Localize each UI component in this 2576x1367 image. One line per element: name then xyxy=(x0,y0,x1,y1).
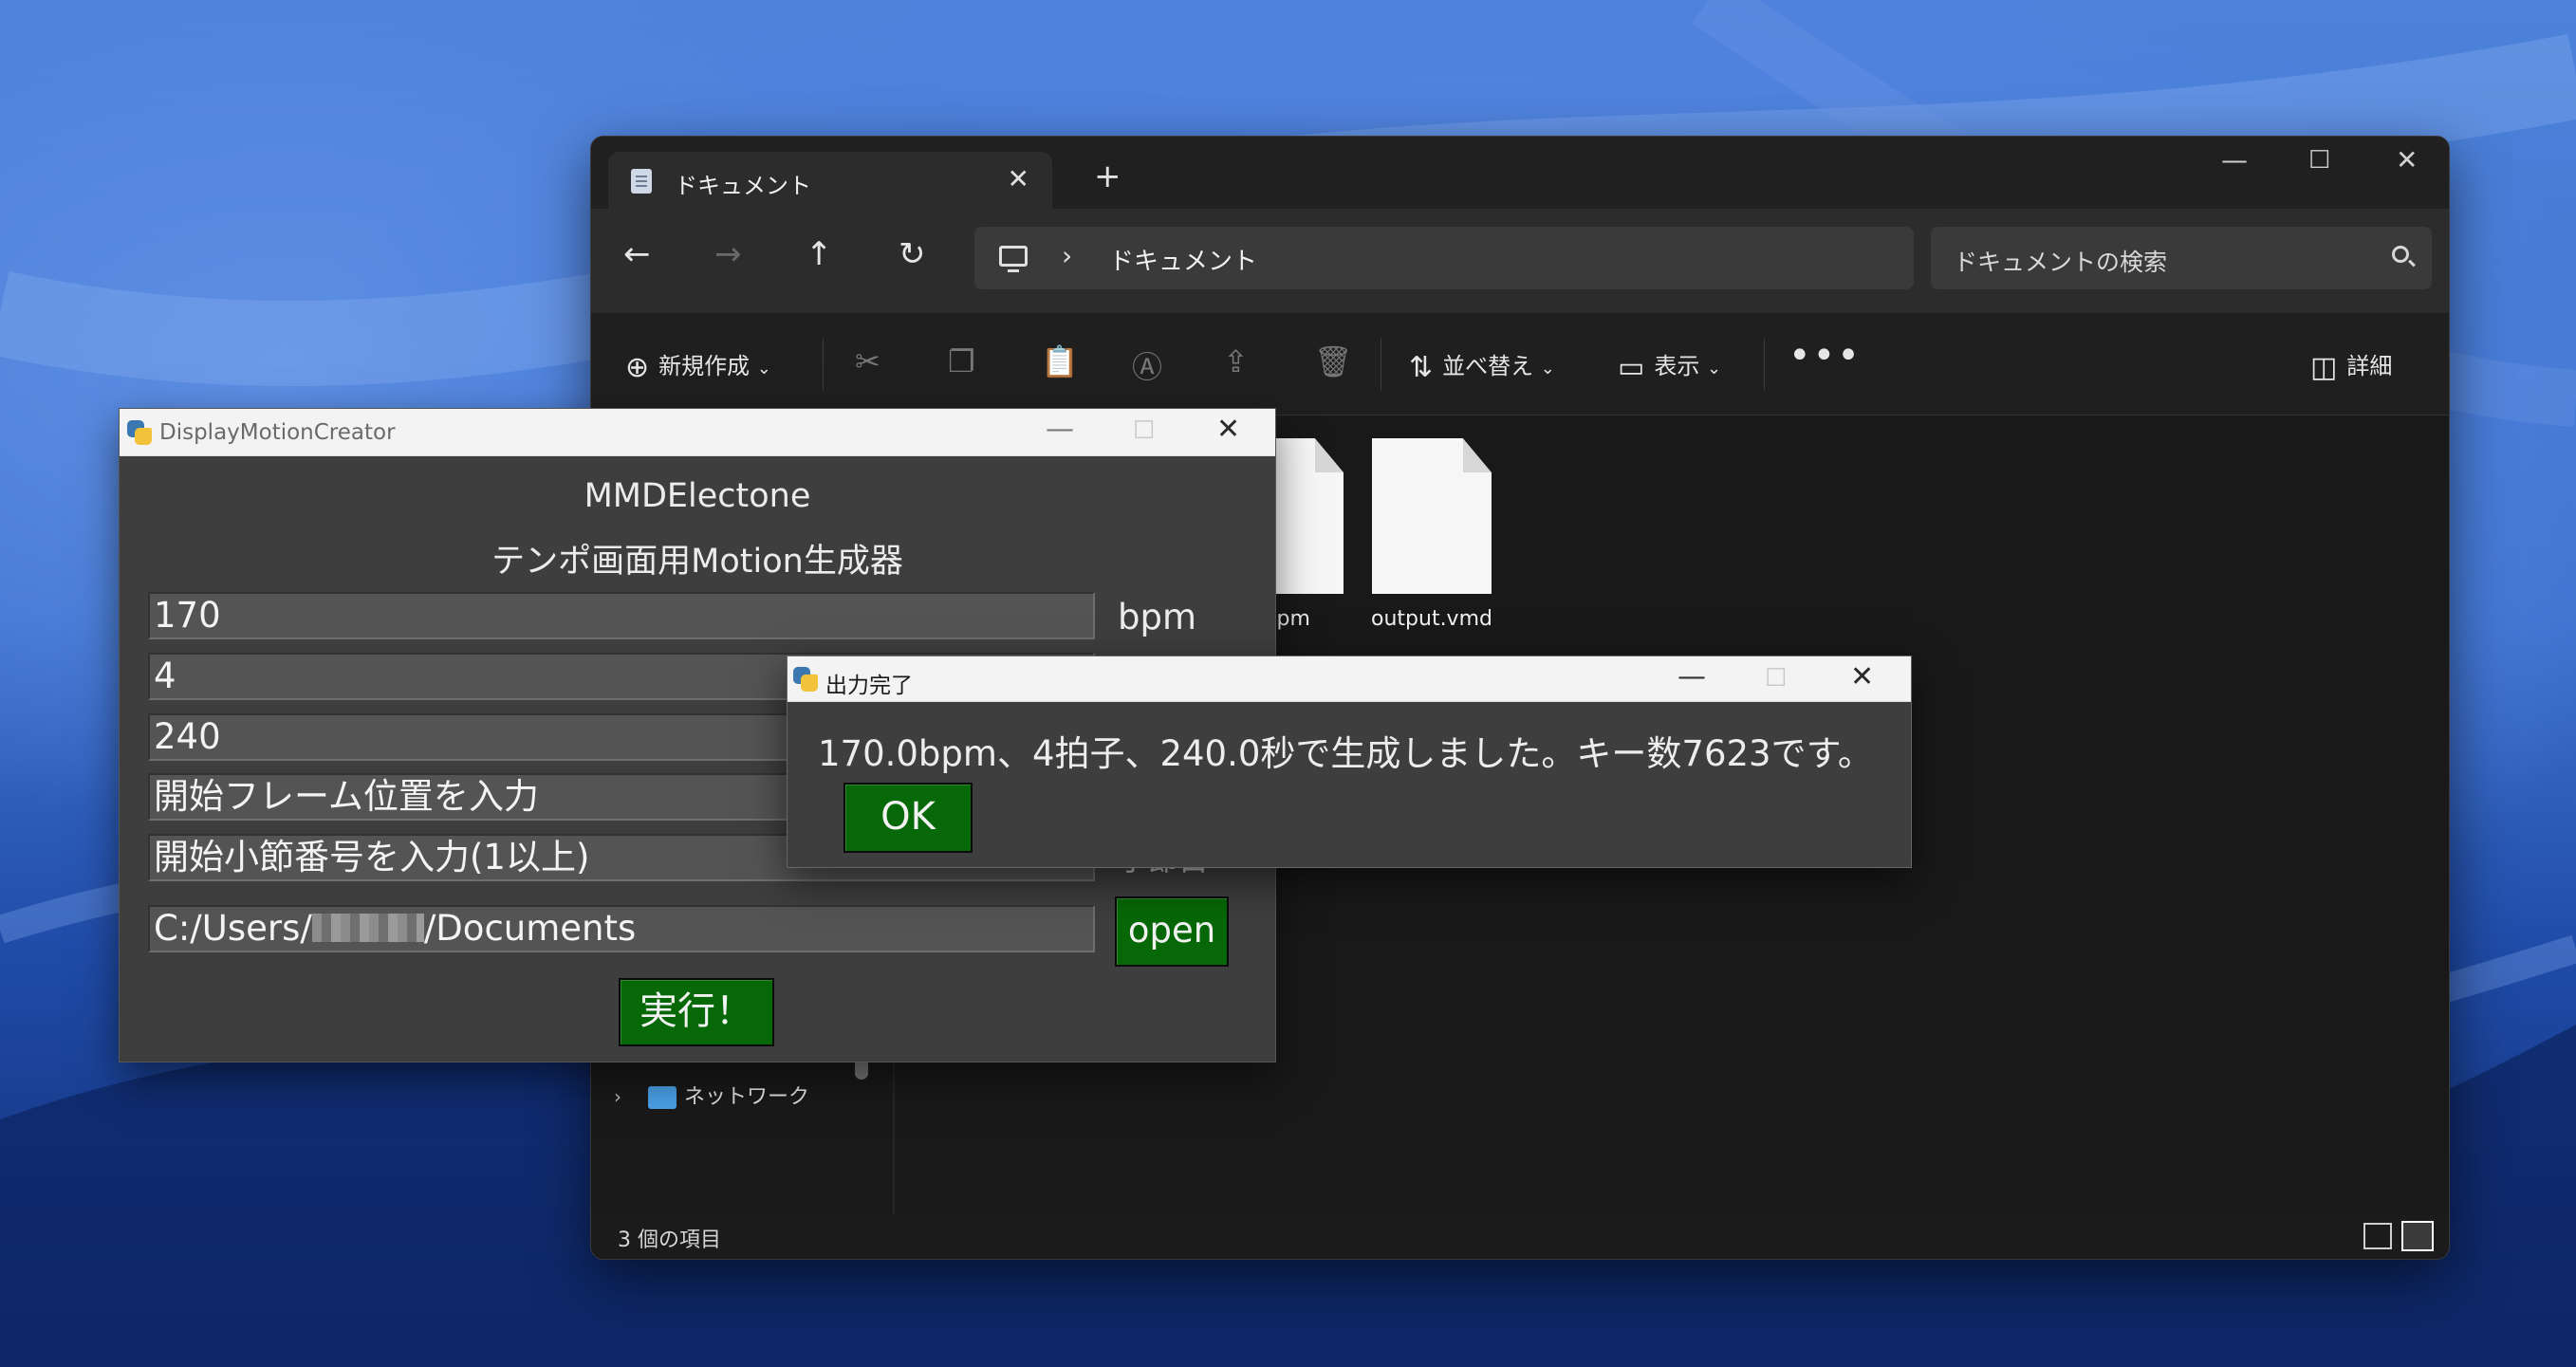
app-heading: MMDElectone xyxy=(584,477,811,515)
explorer-tab-bar: ドキュメント ✕ + — ☐ ✕ xyxy=(591,137,2449,209)
ok-button[interactable]: OK xyxy=(843,783,973,853)
file-icon xyxy=(1372,438,1492,594)
breadcrumb-documents[interactable]: ドキュメント xyxy=(1109,242,1257,277)
details-label: 詳細 xyxy=(2346,353,2393,379)
window-title: DisplayMotionCreator xyxy=(159,420,396,445)
computer-icon xyxy=(999,246,1028,272)
explorer-nav-bar: ← → ↑ ↻ › ドキュメント ドキュメントの検索 xyxy=(591,209,2449,313)
tab-documents[interactable]: ドキュメント ✕ xyxy=(608,152,1052,209)
cut-icon[interactable]: ✂ xyxy=(855,343,880,379)
search-box[interactable]: ドキュメントの検索 xyxy=(1931,227,2432,289)
dialog-title: 出力完了 xyxy=(825,674,913,698)
path-suffix: /Documents xyxy=(423,908,637,949)
arrow-right-icon[interactable]: → xyxy=(714,235,742,273)
sort-label: 並べ替え xyxy=(1442,353,1534,379)
tab-label: ドキュメント xyxy=(675,173,811,199)
details-pane-icon: ◫ xyxy=(2310,350,2338,384)
network-icon xyxy=(648,1086,676,1109)
path-prefix: C:/Users/ xyxy=(154,908,312,949)
close-window-button[interactable]: ✕ xyxy=(1216,413,1240,446)
open-button[interactable]: open xyxy=(1115,896,1229,967)
delete-icon[interactable]: 🗑 xyxy=(1314,343,1353,379)
search-placeholder: ドキュメントの検索 xyxy=(1954,249,2168,276)
app-subheading: テンポ画面用Motion生成器 xyxy=(491,543,903,581)
copy-icon[interactable]: ❐ xyxy=(948,343,975,379)
separator xyxy=(1764,338,1765,391)
view-icon: ▭ xyxy=(1618,350,1645,384)
new-label: 新規作成 xyxy=(658,353,751,379)
maximize-button[interactable]: ☐ xyxy=(1765,664,1787,693)
dmc-titlebar[interactable]: DisplayMotionCreator — ☐ ✕ xyxy=(120,409,1275,456)
details-button[interactable]: ◫ 詳細 xyxy=(2310,347,2392,384)
details-view-icon[interactable] xyxy=(2363,1223,2392,1249)
status-bar: 3 個の項目 xyxy=(591,1215,2449,1259)
paste-icon[interactable]: 📋 xyxy=(1041,343,1079,379)
new-tab-button[interactable]: + xyxy=(1094,157,1121,195)
output-complete-dialog: 出力完了 — ☐ ✕ 170.0bpm、4拍子、240.0秒で生成しました。キー… xyxy=(787,656,1912,868)
plus-circle-icon: ⊕ xyxy=(625,350,650,384)
tiles-view-icon[interactable] xyxy=(2401,1221,2434,1251)
chevron-down-icon: ⌄ xyxy=(1707,359,1722,379)
share-icon[interactable]: ⇪ xyxy=(1223,343,1249,379)
minimize-button[interactable]: — xyxy=(2221,144,2248,175)
dialog-titlebar[interactable]: 出力完了 — ☐ ✕ xyxy=(788,656,1911,702)
close-window-button[interactable]: ✕ xyxy=(1850,660,1874,693)
output-path-input[interactable]: C:/Users/ /Documents xyxy=(148,905,1095,952)
arrow-up-icon[interactable]: ↑ xyxy=(806,235,833,273)
chevron-down-icon: ⌄ xyxy=(1540,359,1555,379)
view-button[interactable]: ▭ 表示 ⌄ xyxy=(1618,347,1721,384)
chevron-down-icon: ⌄ xyxy=(756,359,771,379)
command-bar: ⊕ 新規作成 ⌄ ✂ ❐ 📋 Ⓐ ⇪ 🗑 ⇅ 並べ替え ⌄ ▭ 表示 ⌄ ••• ◫ 詳… xyxy=(591,313,2449,416)
maximize-button[interactable]: ☐ xyxy=(2308,146,2330,175)
more-options-icon[interactable]: ••• xyxy=(1788,334,1862,378)
chevron-right-icon[interactable]: › xyxy=(614,1085,621,1108)
bpm-input[interactable]: 170 xyxy=(148,592,1095,639)
new-button[interactable]: ⊕ 新規作成 ⌄ xyxy=(625,347,771,384)
run-button[interactable]: 実行！ xyxy=(619,978,774,1046)
address-bar[interactable]: › ドキュメント xyxy=(974,227,1914,289)
search-icon xyxy=(2392,246,2409,263)
sidebar-item-network[interactable]: › ネットワーク xyxy=(614,1080,809,1110)
file-item[interactable]: output.vmd xyxy=(1356,438,1508,631)
maximize-button[interactable]: ☐ xyxy=(1133,416,1155,445)
chevron-right-icon[interactable]: › xyxy=(1062,240,1072,271)
redacted-username xyxy=(311,914,424,942)
item-count: 3 個の項目 xyxy=(618,1228,721,1252)
minimize-button[interactable]: — xyxy=(1046,413,1074,446)
python-icon xyxy=(127,420,152,445)
close-tab-icon[interactable]: ✕ xyxy=(1008,163,1029,194)
refresh-icon[interactable]: ↻ xyxy=(899,235,926,273)
sort-icon: ⇅ xyxy=(1409,350,1434,384)
arrow-left-icon[interactable]: ← xyxy=(623,235,651,273)
file-name: output.vmd xyxy=(1371,607,1492,631)
close-window-button[interactable]: ✕ xyxy=(2396,144,2418,175)
separator xyxy=(823,338,824,391)
python-icon xyxy=(793,667,818,692)
minimize-button[interactable]: — xyxy=(1677,660,1706,693)
rename-icon[interactable]: Ⓐ xyxy=(1132,343,1162,387)
view-label: 表示 xyxy=(1654,353,1700,379)
sort-button[interactable]: ⇅ 並べ替え ⌄ xyxy=(1409,347,1555,384)
document-icon xyxy=(631,169,652,194)
dialog-message: 170.0bpm、4拍子、240.0秒で生成しました。キー数7623です。 xyxy=(818,733,1873,774)
bpm-unit-label: bpm xyxy=(1118,597,1197,637)
sidebar-item-label: ネットワーク xyxy=(684,1085,810,1109)
